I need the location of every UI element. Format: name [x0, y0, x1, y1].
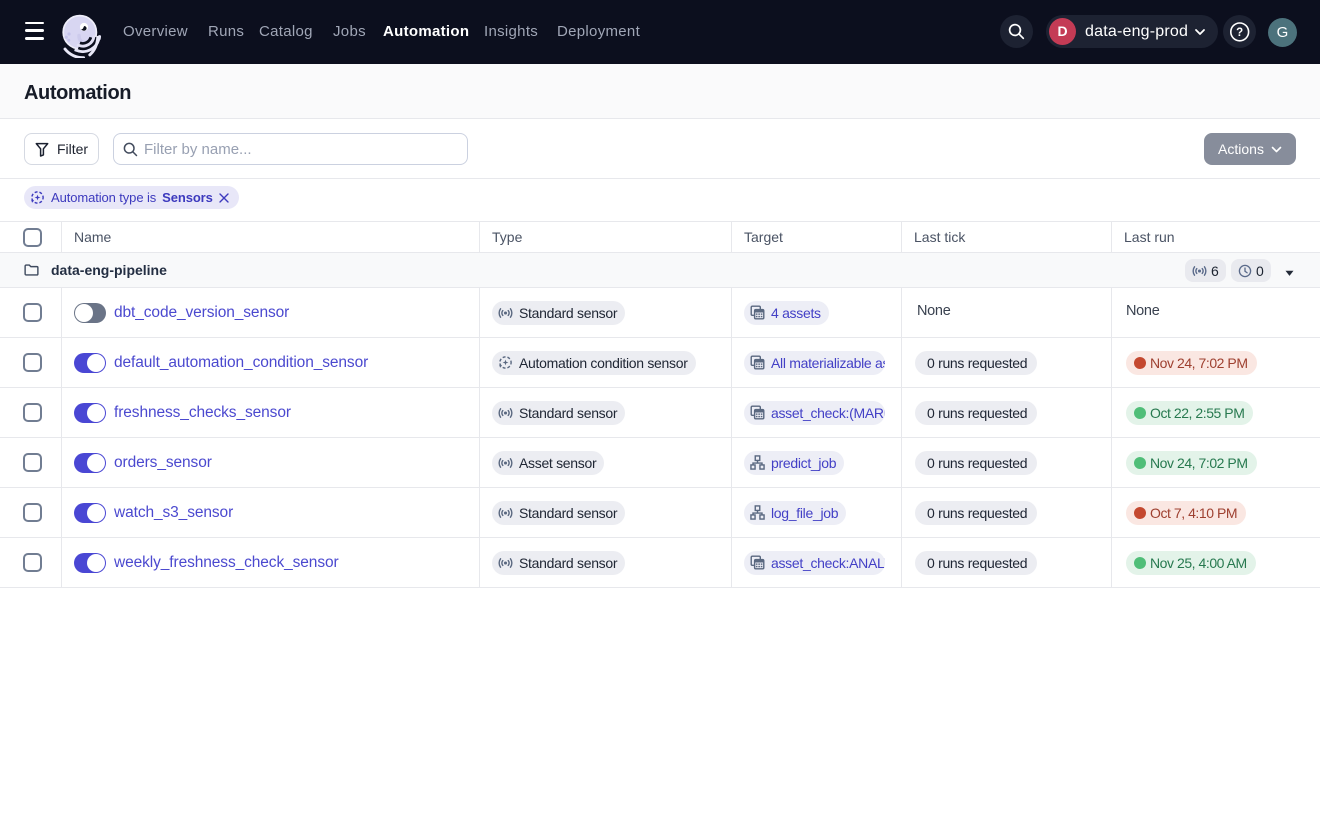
svg-text:?: ? — [1236, 27, 1243, 39]
